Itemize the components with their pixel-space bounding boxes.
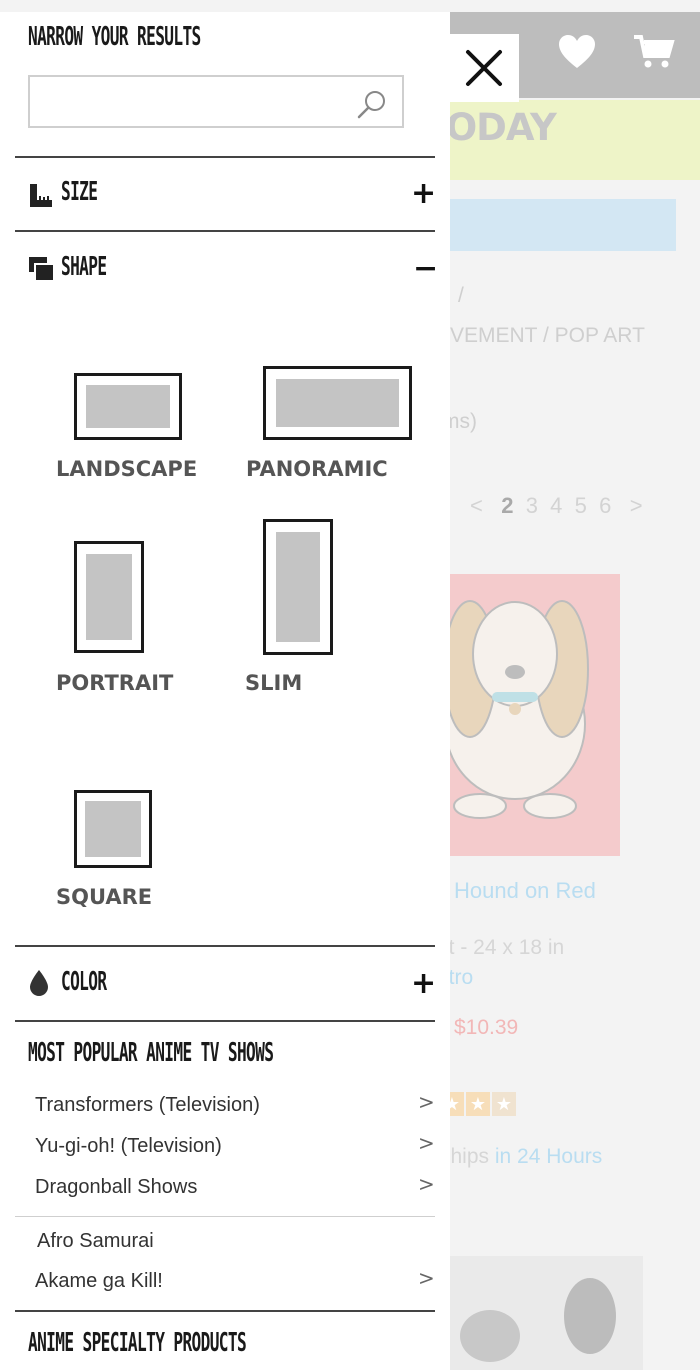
shape-option-square[interactable]: SQUARE	[50, 784, 220, 914]
chevron-right-icon[interactable]: >	[418, 1174, 436, 1194]
slim-shape-icon	[263, 519, 333, 655]
next-page-link[interactable]: >	[630, 493, 643, 518]
divider	[15, 1216, 435, 1217]
divider	[15, 230, 435, 232]
shape-option-panoramic[interactable]: PANORAMIC	[240, 362, 430, 492]
info-bar	[440, 199, 676, 251]
filter-search-input[interactable]	[36, 83, 346, 121]
shape-option-slim[interactable]: SLIM	[240, 517, 360, 707]
expand-icon[interactable]: +	[411, 969, 436, 999]
drawer-title: NARROW YOUR RESULTS	[28, 22, 201, 52]
filter-search-box[interactable]	[28, 75, 404, 128]
pagination: < 2 3 4 5 6 >	[470, 493, 643, 519]
breadcrumb[interactable]: VEMENT / POP ART	[450, 324, 645, 348]
divider	[15, 156, 435, 158]
page-link[interactable]: 4	[550, 493, 562, 518]
filter-drawer: NARROW YOUR RESULTS SIZE + SHAPE − LANDS…	[0, 12, 450, 1370]
page-link[interactable]: 3	[526, 493, 538, 518]
rating-stars: ★ ★ ★	[440, 1092, 530, 1118]
prev-page-link[interactable]: <	[470, 493, 483, 518]
chevron-right-icon[interactable]: >	[418, 1092, 436, 1112]
close-drawer-button[interactable]	[450, 34, 519, 102]
droplet-icon	[30, 970, 48, 996]
shape-option-label: SQUARE	[56, 885, 153, 909]
popular-show-link[interactable]: Transformers (Television)	[35, 1094, 260, 1117]
size-filter-label: SIZE	[61, 177, 98, 207]
star-icon: ★	[492, 1092, 516, 1116]
shape-option-label: PANORAMIC	[246, 457, 388, 481]
star-icon: ★	[466, 1092, 490, 1116]
shape-option-landscape[interactable]: LANDSCAPE	[50, 367, 220, 492]
popular-show-link[interactable]: Afro Samurai	[37, 1230, 154, 1253]
chevron-right-icon[interactable]: >	[418, 1133, 436, 1153]
shape-option-label: PORTRAIT	[56, 671, 174, 695]
shape-option-portrait[interactable]: PORTRAIT	[50, 537, 220, 707]
shape-option-label: SLIM	[245, 671, 303, 695]
product-title-link[interactable]: Hound on Red	[454, 878, 596, 904]
popular-show-link[interactable]: Yu-gi-oh! (Television)	[35, 1135, 222, 1158]
popular-show-link[interactable]: Dragonball Shows	[35, 1176, 197, 1199]
portrait-shape-icon	[74, 541, 144, 653]
current-page: 2	[501, 493, 514, 518]
search-icon[interactable]	[356, 89, 388, 121]
page-link[interactable]: 6	[599, 493, 611, 518]
expand-icon[interactable]: +	[411, 179, 436, 209]
collapse-icon[interactable]: −	[413, 254, 438, 284]
color-filter-label: COLOR	[61, 967, 107, 997]
ship-time-link[interactable]: in 24 Hours	[495, 1145, 602, 1168]
chevron-right-icon[interactable]: >	[418, 1268, 436, 1288]
product-size: nt - 24 x 18 in	[437, 936, 565, 959]
divider	[15, 1020, 435, 1022]
specialty-products-heading: ANIME SPECIALTY PRODUCTS	[28, 1328, 247, 1358]
cart-icon[interactable]	[633, 34, 675, 78]
shipping-info: ships in 24 Hours	[440, 1145, 602, 1169]
popular-show-link[interactable]: Akame ga Kill!	[35, 1270, 163, 1293]
heart-icon[interactable]	[558, 34, 596, 78]
shape-option-label: LANDSCAPE	[56, 457, 198, 481]
landscape-shape-icon	[74, 373, 182, 440]
ruler-icon	[30, 184, 52, 207]
shape-filter-label: SHAPE	[61, 252, 107, 282]
close-icon	[466, 50, 502, 86]
divider	[15, 1310, 435, 1312]
product-price: $10.39	[454, 1016, 519, 1039]
panoramic-shape-icon	[263, 366, 412, 440]
divider	[15, 945, 435, 947]
square-shape-icon	[74, 790, 152, 868]
page-link[interactable]: 5	[575, 493, 587, 518]
dog-photo	[460, 1278, 616, 1362]
product-image-2[interactable]	[450, 1256, 643, 1370]
shape-icon	[29, 257, 53, 280]
popular-shows-heading: MOST POPULAR ANIME TV SHOWS	[28, 1038, 274, 1068]
breadcrumb-divider: /	[458, 284, 464, 307]
